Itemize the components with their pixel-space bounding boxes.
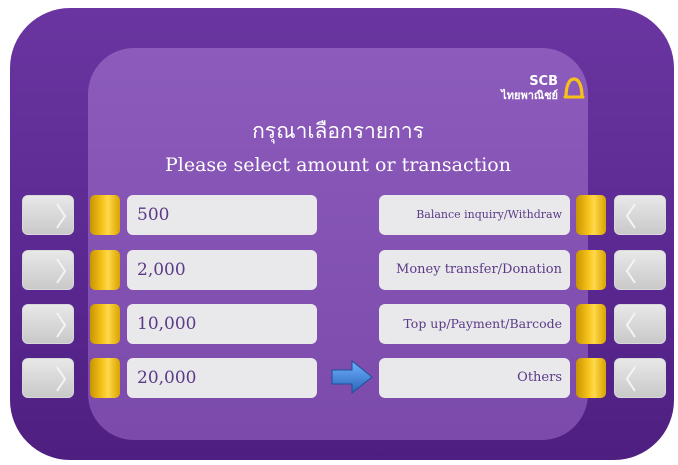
txn-option-others[interactable]: Others xyxy=(379,358,570,398)
txn-key-4[interactable] xyxy=(576,358,606,398)
amount-key-2[interactable] xyxy=(90,250,120,290)
left-side-key-1[interactable] xyxy=(22,195,74,235)
txn-option-money-transfer[interactable]: Money transfer/Donation xyxy=(379,250,570,290)
right-side-key-2[interactable] xyxy=(614,250,666,290)
amount-key-1[interactable] xyxy=(90,195,120,235)
left-side-key-3[interactable] xyxy=(22,304,74,344)
title-thai: กรุณาเลือกรายการ xyxy=(252,119,424,143)
title-english: Please select amount or transaction xyxy=(165,154,511,176)
amount-option-2000[interactable]: 2,000 xyxy=(127,250,317,290)
brand-name-th: ไทยพาณิชย์ xyxy=(501,89,558,102)
amount-option-10000[interactable]: 10,000 xyxy=(127,304,317,344)
txn-option-balance-withdraw[interactable]: Balance inquiry/Withdraw xyxy=(379,195,570,235)
chevron-left-icon xyxy=(625,258,636,284)
chevron-left-icon xyxy=(625,366,636,392)
left-side-key-4[interactable] xyxy=(22,358,74,398)
brand-name-en: SCB xyxy=(529,74,558,89)
scb-logo: SCB ไทยพาณิชย์ xyxy=(501,70,586,106)
chevron-left-icon xyxy=(625,312,636,338)
txn-option-topup-payment[interactable]: Top up/Payment/Barcode xyxy=(379,304,570,344)
chevron-right-icon xyxy=(56,203,67,229)
arrow-right-icon xyxy=(331,359,373,395)
txn-key-2[interactable] xyxy=(576,250,606,290)
amount-option-20000[interactable]: 20,000 xyxy=(127,358,317,398)
left-side-key-2[interactable] xyxy=(22,250,74,290)
right-side-key-3[interactable] xyxy=(614,304,666,344)
right-side-key-4[interactable] xyxy=(614,358,666,398)
chevron-right-icon xyxy=(56,258,67,284)
txn-key-1[interactable] xyxy=(576,195,606,235)
amount-key-4[interactable] xyxy=(90,358,120,398)
amount-option-500[interactable]: 500 xyxy=(127,195,317,235)
chevron-right-icon xyxy=(56,312,67,338)
amount-key-3[interactable] xyxy=(90,304,120,344)
bell-icon xyxy=(563,77,585,99)
right-side-key-1[interactable] xyxy=(614,195,666,235)
chevron-left-icon xyxy=(625,203,636,229)
chevron-right-icon xyxy=(56,366,67,392)
txn-key-3[interactable] xyxy=(576,304,606,344)
